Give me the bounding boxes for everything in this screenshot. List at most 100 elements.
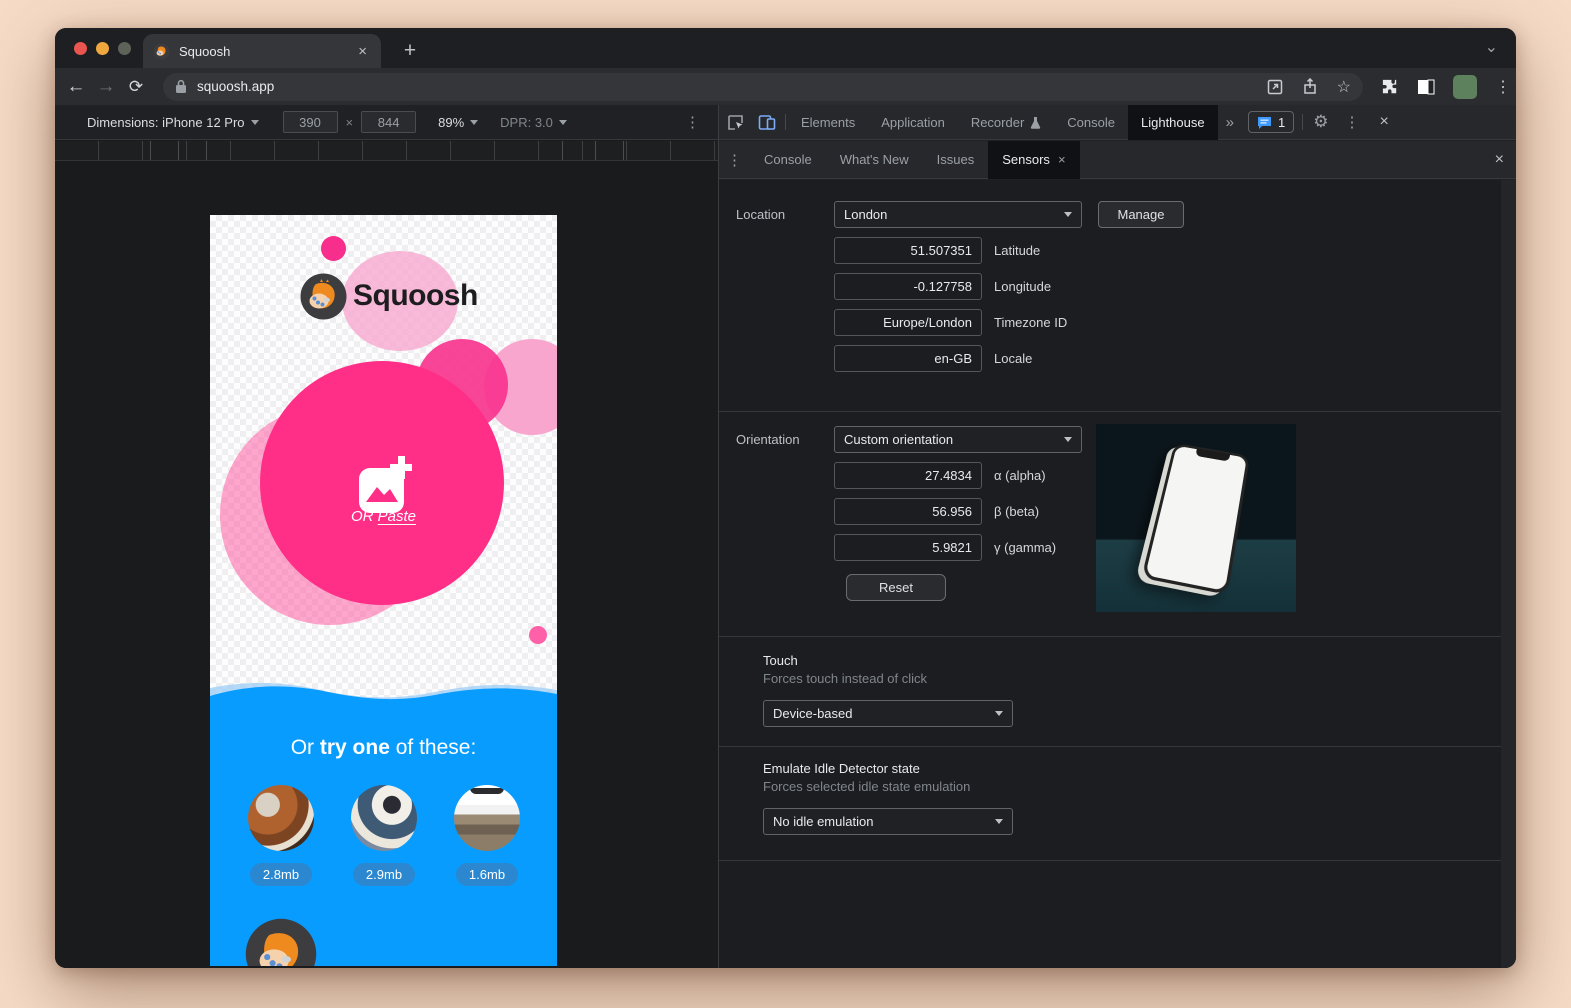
device-toolbar-menu-icon[interactable]: ⋮: [685, 113, 700, 131]
back-button[interactable]: ←: [61, 76, 91, 98]
location-section: Location London Manage Latitude Longitud…: [719, 180, 1516, 412]
tab-application[interactable]: Application: [868, 105, 958, 140]
locale-input[interactable]: [834, 345, 982, 372]
pink-dot-decoration: [529, 626, 547, 644]
sensors-tab-close-icon[interactable]: ×: [1058, 152, 1066, 167]
reset-orientation-button[interactable]: Reset: [846, 574, 946, 601]
manage-locations-button[interactable]: Manage: [1098, 201, 1184, 228]
timezone-input[interactable]: [834, 309, 982, 336]
minimize-window-button[interactable]: [96, 42, 109, 55]
tab-console[interactable]: Console: [1054, 105, 1128, 140]
extensions-puzzle-icon[interactable]: [1381, 78, 1399, 96]
browser-window: Squoosh × + ⌄ ← → ⟳ squoosh.app ☆: [55, 28, 1516, 968]
alpha-input[interactable]: [834, 462, 982, 489]
device-emulation-pane: Dimensions: iPhone 12 Pro × 89% DPR: 3.0…: [55, 105, 718, 968]
orientation-phone-preview[interactable]: [1096, 424, 1296, 612]
issues-counter[interactable]: 1: [1248, 111, 1294, 133]
browser-toolbar: ← → ⟳ squoosh.app ☆: [55, 68, 1516, 105]
try-suffix: of these:: [390, 736, 476, 759]
forward-button[interactable]: →: [91, 76, 121, 98]
sample-image-phone-screenshot[interactable]: [454, 785, 520, 851]
browser-menu-icon[interactable]: ⋮: [1495, 77, 1511, 97]
beta-label: β (beta): [994, 504, 1039, 519]
drawer-tab-whats-new[interactable]: What's New: [826, 141, 923, 179]
zoom-caret-icon: [470, 120, 478, 125]
device-toolbar: Dimensions: iPhone 12 Pro × 89% DPR: 3.0…: [55, 105, 718, 140]
device-viewport-squoosh-app: Squoosh OR Paste Or try one of these:: [210, 215, 557, 966]
squoosh-favicon-icon: [153, 43, 170, 60]
idle-description: Forces selected idle state emulation: [763, 779, 1516, 794]
drawer-tab-console[interactable]: Console: [750, 141, 826, 179]
gamma-label: γ (gamma): [994, 540, 1056, 555]
tab-lighthouse[interactable]: Lighthouse: [1128, 105, 1218, 140]
tab-elements[interactable]: Elements: [788, 105, 868, 140]
drawer-tab-issues[interactable]: Issues: [923, 141, 989, 179]
drawer-menu-icon[interactable]: ⋮: [719, 151, 750, 169]
beta-input[interactable]: [834, 498, 982, 525]
gamma-input[interactable]: [834, 534, 982, 561]
paste-link[interactable]: Paste: [378, 508, 416, 525]
tab-close-icon[interactable]: ×: [354, 43, 371, 60]
tab-list-chevron-icon[interactable]: ⌄: [1485, 37, 1498, 57]
location-preset-select[interactable]: London: [834, 201, 1082, 228]
tab-recorder-label: Recorder: [971, 115, 1024, 130]
alpha-label: α (alpha): [994, 468, 1046, 483]
latitude-input[interactable]: [834, 237, 982, 264]
profile-avatar[interactable]: [1453, 75, 1477, 99]
toolbar-actions: ⋮: [1381, 75, 1511, 99]
touch-title: Touch: [763, 653, 1516, 668]
location-label: Location: [736, 207, 834, 222]
or-paste-label: OR Paste: [210, 508, 557, 525]
longitude-input[interactable]: [834, 273, 982, 300]
device-toolbar-toggle-icon[interactable]: [751, 105, 783, 140]
latitude-label: Latitude: [994, 243, 1040, 258]
settings-gear-icon[interactable]: ⚙: [1305, 112, 1336, 132]
idle-title: Emulate Idle Detector state: [763, 761, 1516, 776]
inspect-element-icon[interactable]: [719, 105, 751, 140]
add-image-icon[interactable]: [358, 455, 412, 515]
window-content: Dimensions: iPhone 12 Pro × 89% DPR: 3.0…: [55, 105, 1516, 968]
timezone-label: Timezone ID: [994, 315, 1067, 330]
more-tabs-icon[interactable]: »: [1218, 114, 1242, 131]
tab-recorder[interactable]: Recorder: [958, 105, 1054, 140]
try-bold: try one: [320, 736, 390, 759]
sensors-panel: Location London Manage Latitude Longitud…: [719, 180, 1516, 968]
browser-tab-squoosh[interactable]: Squoosh ×: [143, 34, 381, 68]
device-select[interactable]: Dimensions: iPhone 12 Pro: [87, 115, 245, 130]
sample-image-artwork[interactable]: [351, 785, 417, 851]
close-window-button[interactable]: [74, 42, 87, 55]
phone-3d-model: [1141, 443, 1250, 595]
drawer-close-icon[interactable]: ×: [1483, 151, 1516, 169]
orientation-preset-select[interactable]: Custom orientation: [834, 426, 1082, 453]
or-label: OR: [351, 508, 378, 525]
idle-select[interactable]: No idle emulation: [763, 808, 1013, 835]
devtools-menu-icon[interactable]: ⋮: [1336, 113, 1367, 131]
address-bar[interactable]: squoosh.app ☆: [163, 73, 1363, 101]
dpr-select[interactable]: DPR: 3.0: [500, 115, 553, 130]
touch-section: Touch Forces touch instead of click Devi…: [719, 637, 1516, 747]
viewport-height-input[interactable]: [361, 111, 416, 133]
zoom-window-button[interactable]: [118, 42, 131, 55]
devtools-close-icon[interactable]: ×: [1367, 113, 1400, 131]
bookmark-star-icon[interactable]: ☆: [1337, 77, 1351, 97]
sample-size-badge: 1.6mb: [456, 863, 518, 886]
open-in-new-icon[interactable]: [1267, 79, 1283, 95]
dpr-caret-icon: [559, 120, 567, 125]
longitude-label: Longitude: [994, 279, 1051, 294]
reload-button[interactable]: ⟳: [121, 77, 151, 97]
touch-select[interactable]: Device-based: [763, 700, 1013, 727]
dimensions-times-label: ×: [346, 115, 354, 130]
sample-image-red-panda[interactable]: [248, 785, 314, 851]
new-tab-button[interactable]: +: [395, 36, 425, 66]
idle-select-value: No idle emulation: [773, 814, 873, 829]
zoom-select[interactable]: 89%: [438, 115, 464, 130]
share-icon[interactable]: [1303, 78, 1317, 95]
side-panel-icon[interactable]: [1417, 79, 1435, 95]
viewport-width-input[interactable]: [283, 111, 338, 133]
dropdown-caret-icon: [1064, 212, 1072, 217]
try-one-heading: Or try one of these:: [210, 736, 557, 760]
drawer-toolbar: ⋮ Console What's New Issues Sensors× ×: [719, 141, 1516, 179]
dropdown-caret-icon: [1064, 437, 1072, 442]
tab-strip: Squoosh × + ⌄: [55, 28, 1516, 68]
drawer-tab-sensors[interactable]: Sensors×: [988, 141, 1079, 179]
